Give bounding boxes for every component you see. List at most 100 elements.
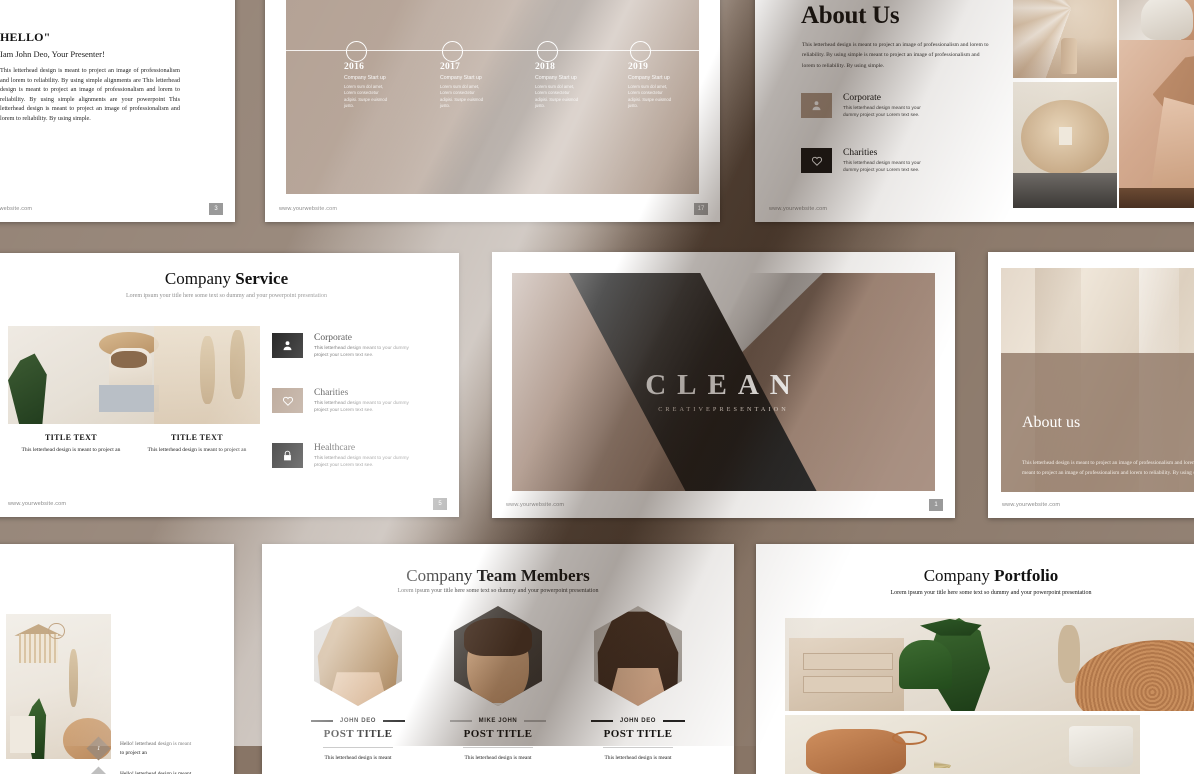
service-subtitle: Lorem ipsum your title here some text so…: [126, 293, 327, 299]
member-name: MIKE JOHN: [478, 718, 518, 724]
footer-url: www.yourwebsite.com: [8, 501, 67, 507]
footer-url: www.yourwebsite.com: [769, 206, 828, 212]
timeline-node-4: [630, 40, 651, 62]
clean-tagline: CREATIVEPRESENTAION: [658, 405, 789, 413]
service-title-light: Company: [164, 269, 231, 288]
timeline-node-2: [442, 40, 463, 62]
member-post: POST TITLE: [323, 728, 393, 740]
portfolio-title-bold: Portfolio: [994, 566, 1059, 585]
diamond-badge: 1: [86, 736, 111, 761]
member-avatar: [314, 606, 402, 706]
timeline-year: 2018: [535, 62, 556, 72]
heart-icon: [801, 148, 832, 173]
about-us-title: About Us: [801, 2, 900, 29]
slide-footer: www.yourwebsite.com 17: [265, 200, 720, 222]
divider: [603, 747, 673, 748]
feature-desc: This letterhead design meant to your dum…: [314, 456, 409, 469]
member-name-row: JOHN DEO: [578, 718, 698, 724]
member-name-row: JOHN DEO: [298, 718, 418, 724]
about-us-right-title: About us: [1022, 414, 1081, 431]
team-member-card[interactable]: JOHN DEO POST TITLE This letterhead desi…: [298, 606, 418, 762]
slide-footer: www.yourwebsite.com 3: [0, 200, 235, 222]
portfolio-title: Company Portfolio: [756, 566, 1194, 586]
team-subtitle: Lorem ipsum your title here some text so…: [397, 588, 599, 594]
member-post: POST TITLE: [603, 728, 673, 740]
footer-url: www.yourwebsite.com: [1002, 502, 1061, 508]
photo-wood-plate: [1013, 82, 1117, 208]
feature-desc: This letterhead design meant to your dum…: [843, 106, 921, 119]
slide-footer: www.yourwebsite.com: [988, 496, 1194, 518]
slide-clean-cover[interactable]: CLEAN CREATIVEPRESENTAION www.yourwebsit…: [492, 252, 955, 518]
hello-title: HELLO": [0, 30, 51, 44]
timeline-text: Lorem sum dol amet, Lorem consectetur ad…: [628, 84, 672, 108]
feature-title: Corporate: [314, 333, 352, 343]
feature-desc: This letterhead design meant to your dum…: [314, 401, 409, 414]
hello-subtitle: Iam John Deo, Your Presenter!: [0, 49, 105, 59]
feature-title: Charities: [314, 388, 349, 398]
heart-icon: [272, 388, 303, 413]
slide-company-service[interactable]: Company Service Lorem ipsum your title h…: [0, 253, 459, 517]
rule-left: [590, 720, 613, 722]
team-title-light: Company: [406, 566, 473, 585]
about-us-text-panel: About Us This letterhead design is meant…: [755, 0, 1007, 222]
rule-right: [524, 720, 547, 722]
team-member-card[interactable]: JOHN DEO POST TITLE This letterhead desi…: [578, 606, 698, 762]
column-desc: This letterhead design is meant to proje…: [147, 447, 247, 453]
badge-number: 1: [96, 745, 101, 753]
team-grid: JOHN DEO POST TITLE This letterhead desi…: [298, 606, 698, 762]
rule-right: [383, 720, 406, 722]
about-us-photo-collage: [1007, 0, 1194, 222]
timeline-year: 2017: [440, 62, 461, 72]
timeline-subtitle: Company Start up: [628, 75, 670, 81]
page-badge: 17: [694, 203, 708, 215]
about-us-right-body: This letterhead design is meant to proje…: [1022, 460, 1194, 476]
slide-hello[interactable]: HELLO" Iam John Deo, Your Presenter! Thi…: [0, 0, 235, 222]
service-column: TITLE TEXT This letterhead design is mea…: [134, 433, 260, 454]
service-feature-corporate: Corporate This letterhead design meant t…: [272, 333, 414, 359]
rule-left: [449, 720, 472, 722]
slide-about-us[interactable]: About Us This letterhead design is meant…: [755, 0, 1194, 222]
interior-photo: [6, 614, 111, 759]
portfolio-tiles: [785, 712, 1140, 774]
list-item: 1 Hello! letterhead design is meant to p…: [86, 736, 192, 761]
page-badge: 1: [929, 499, 943, 511]
slide-footer: www.yourwebsite.com: [755, 200, 1007, 222]
list-item-text: Hello! letterhead design is meant to pro…: [120, 771, 192, 774]
slide-company-portfolio[interactable]: Company Portfolio Lorem ipsum your title…: [756, 544, 1194, 774]
timeline-year: 2019: [628, 62, 649, 72]
person-icon: [801, 93, 832, 118]
service-columns: TITLE TEXT This letterhead design is mea…: [8, 433, 260, 454]
page-badge: 5: [433, 498, 447, 510]
timeline-item: 2018 Company Start up Lorem sum dol amet…: [535, 62, 635, 109]
feature-title: Corporate: [843, 93, 881, 103]
slide-interior-list[interactable]: 1 Hello! letterhead design is meant to p…: [0, 544, 234, 774]
timeline-text: Lorem sum dol amet, Lorem consectetur ad…: [535, 84, 579, 108]
member-desc: This letterhead design is meant: [464, 755, 532, 761]
slide-team-members[interactable]: Company Team Members Lorem ipsum your ti…: [262, 544, 734, 774]
member-name-row: MIKE JOHN: [438, 718, 558, 724]
portfolio-tile[interactable]: [785, 715, 1140, 774]
feature-desc: This letterhead design meant to your dum…: [843, 161, 921, 174]
person-icon: [272, 333, 303, 358]
page-badge: 3: [209, 203, 223, 215]
member-avatar: [454, 606, 542, 706]
team-member-card[interactable]: MIKE JOHN POST TITLE This letterhead des…: [438, 606, 558, 762]
clean-artwork: CLEAN CREATIVEPRESENTAION: [512, 273, 935, 491]
about-us-body: This letterhead design is meant to proje…: [802, 42, 989, 69]
member-desc: This letterhead design is meant: [324, 755, 392, 761]
slide-about-us-right[interactable]: About us This letterhead design is meant…: [988, 252, 1194, 518]
timeline-year: 2016: [344, 62, 365, 72]
service-feature-healthcare: Healthcare This letterhead design meant …: [272, 443, 414, 469]
member-avatar: [594, 606, 682, 706]
feature-title: Healthcare: [314, 443, 356, 453]
footer-url: www.yourwebsite.com: [506, 502, 565, 508]
photo-statue: [1119, 40, 1194, 208]
team-title: Company Team Members: [262, 566, 734, 586]
service-title-bold: Service: [235, 269, 289, 288]
slide-company-timeline[interactable]: Company Timeline 2016 Company Start up L…: [265, 0, 720, 222]
slide-footer: www.yourwebsite.com 1: [492, 496, 955, 518]
feature-title: Charities: [843, 148, 878, 158]
service-hero-photo: [8, 326, 260, 424]
hello-body: This letterhead design is meant to proje…: [0, 67, 180, 123]
timeline-text: Lorem sum dol amet, Lorem consectetur ad…: [440, 84, 484, 108]
